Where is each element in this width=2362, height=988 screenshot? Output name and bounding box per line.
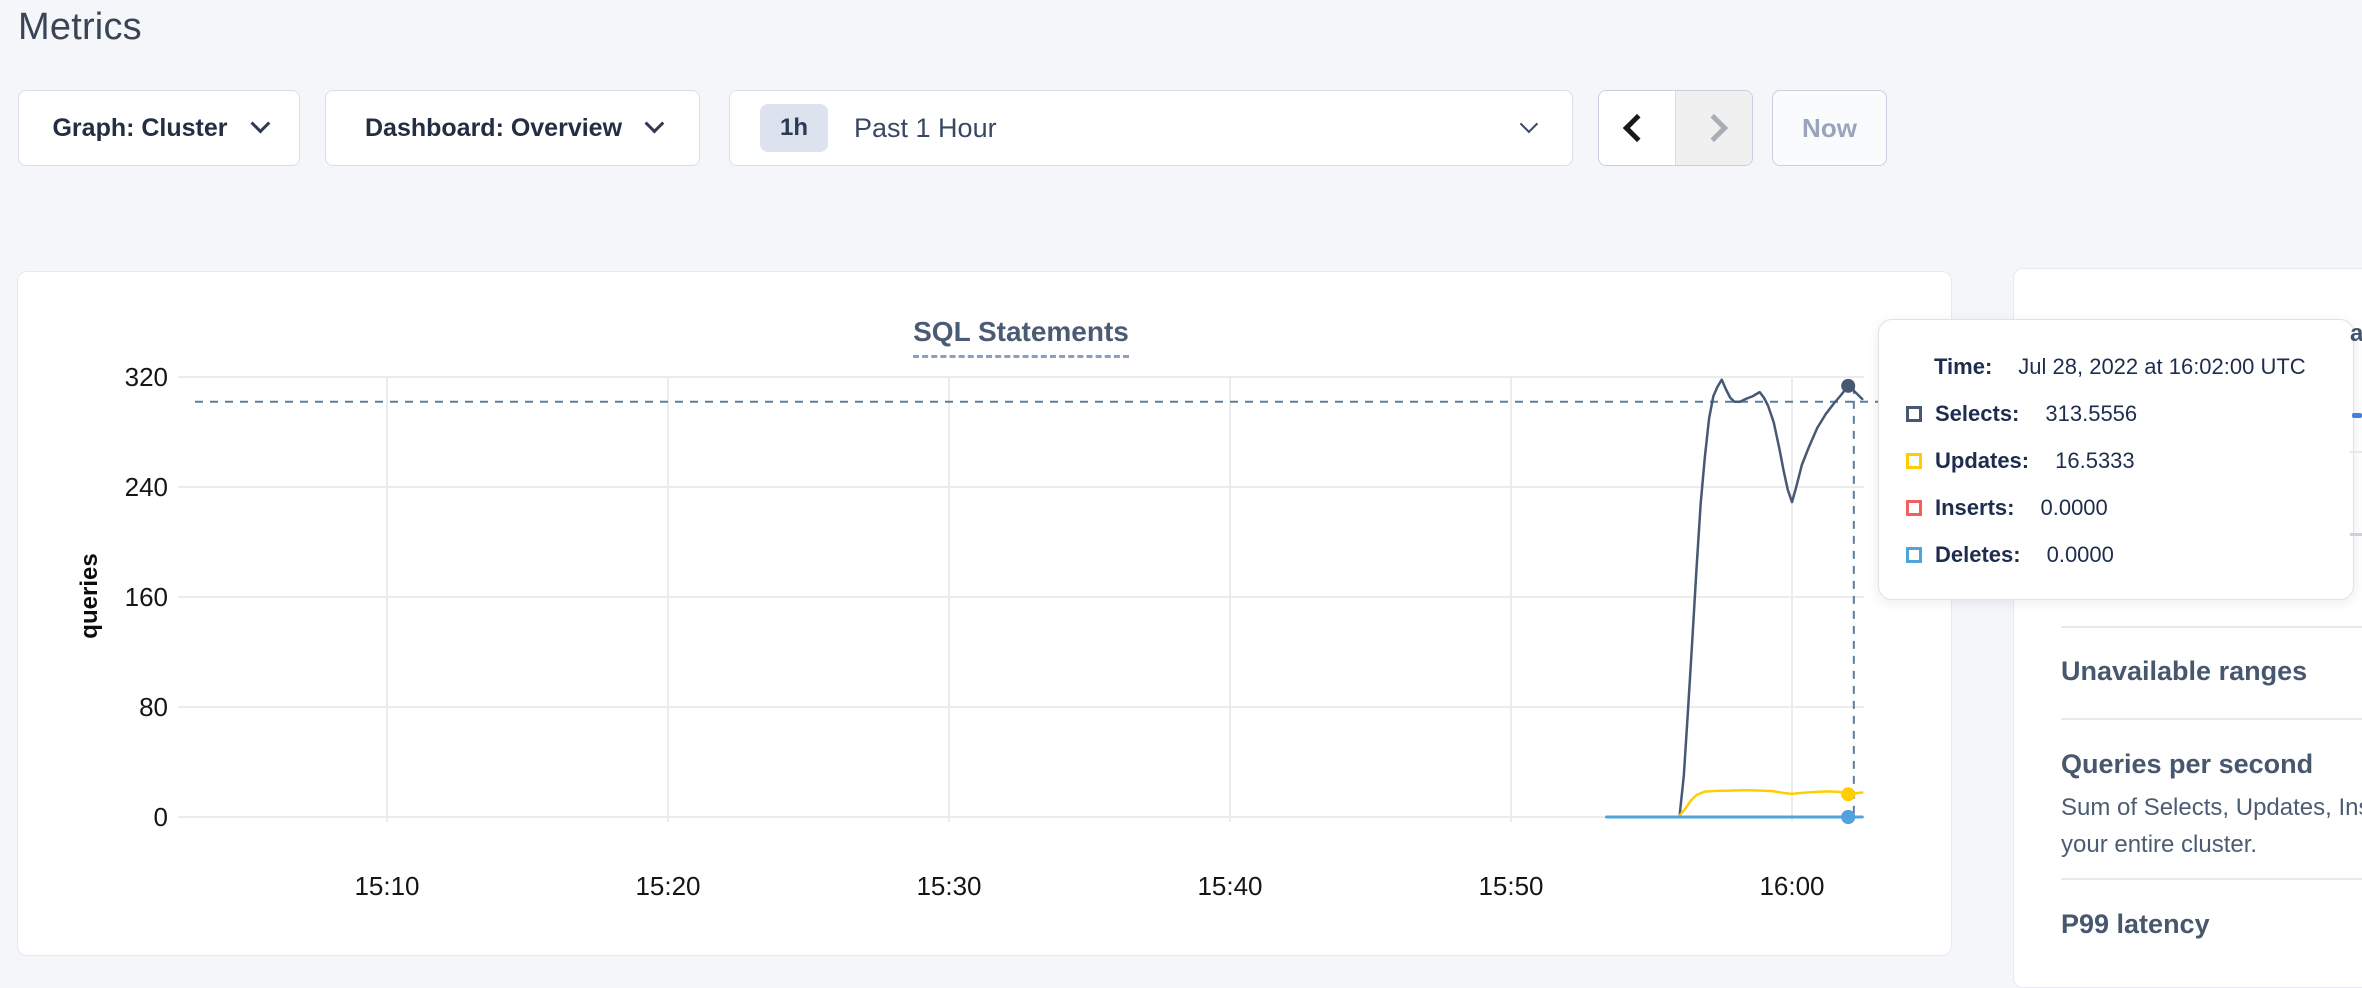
step-back-button[interactable] xyxy=(1599,91,1675,165)
time-range-label: Past 1 Hour xyxy=(854,113,997,144)
tooltip-series-row: Inserts: 0.0000 xyxy=(1906,493,2108,523)
chart-title[interactable]: SQL Statements xyxy=(913,316,1129,358)
tooltip-series-value: 0.0000 xyxy=(2047,542,2114,568)
tooltip-time-label: Time: xyxy=(1934,354,1992,380)
tooltip-time-value: Jul 28, 2022 at 16:02:00 UTC xyxy=(2018,354,2305,380)
x-tick-label: 15:50 xyxy=(1451,871,1571,902)
tooltip-series-row: Updates: 16.5333 xyxy=(1906,446,2135,476)
divider xyxy=(2061,626,2362,628)
updates-series-line xyxy=(1680,790,1863,815)
chart-tooltip: Time: Jul 28, 2022 at 16:02:00 UTC Selec… xyxy=(1878,319,2354,600)
inserts-legend-swatch xyxy=(1906,500,1922,516)
time-step-button-group xyxy=(1598,90,1753,166)
clipped-sidebar-divider-fragment xyxy=(2350,451,2362,453)
chevron-down-icon xyxy=(1520,114,1538,132)
x-tick-label: 15:20 xyxy=(608,871,728,902)
x-tick-label: 15:30 xyxy=(889,871,1009,902)
tooltip-series-row: Selects: 313.5556 xyxy=(1906,399,2137,429)
clipped-sidebar-fragment xyxy=(2350,533,2362,536)
y-tick-label: 0 xyxy=(108,802,168,833)
y-axis-label: queries xyxy=(76,496,102,696)
clipped-sidebar-text-fragment: a xyxy=(2350,320,2362,346)
deletes-legend-swatch xyxy=(1906,547,1922,563)
tooltip-series-label: Updates: xyxy=(1935,448,2029,474)
tooltip-time-row: Time: Jul 28, 2022 at 16:02:00 UTC xyxy=(1934,352,2306,382)
divider xyxy=(2061,878,2362,880)
dashboard-dropdown[interactable]: Dashboard: Overview xyxy=(325,90,700,166)
x-tick-label: 15:10 xyxy=(327,871,447,902)
selects-data-point-dot xyxy=(1841,379,1855,393)
tooltip-series-row: Deletes: 0.0000 xyxy=(1906,540,2114,570)
chart-title-wrap: SQL Statements xyxy=(178,316,1864,358)
deletes-data-point-dot xyxy=(1841,810,1855,824)
time-range-dropdown[interactable]: 1h Past 1 Hour xyxy=(729,90,1573,166)
tooltip-series-label: Selects: xyxy=(1935,401,2019,427)
y-tick-label: 240 xyxy=(108,472,168,503)
now-button[interactable]: Now xyxy=(1772,90,1887,166)
time-range-badge: 1h xyxy=(760,104,828,152)
x-tick-label: 15:40 xyxy=(1170,871,1290,902)
y-tick-label: 160 xyxy=(108,582,168,613)
summary-qps-description-line: Sum of Selects, Updates, Inser xyxy=(2061,794,2362,822)
page-title: Metrics xyxy=(18,6,142,49)
selects-legend-swatch xyxy=(1906,406,1922,422)
tooltip-series-value: 16.5333 xyxy=(2055,448,2135,474)
summary-qps-description-line: your entire cluster. xyxy=(2061,831,2257,859)
updates-legend-swatch xyxy=(1906,453,1922,469)
y-tick-label: 80 xyxy=(108,692,168,723)
clipped-sidebar-fragment xyxy=(2352,413,2362,418)
divider xyxy=(2061,718,2362,720)
dashboard-dropdown-label: Dashboard: Overview xyxy=(365,114,622,143)
tooltip-series-label: Inserts: xyxy=(1935,495,2014,521)
tooltip-series-value: 313.5556 xyxy=(2045,401,2137,427)
summary-qps-heading: Queries per second xyxy=(2061,749,2313,780)
now-button-label: Now xyxy=(1802,113,1857,144)
graph-scope-dropdown[interactable]: Graph: Cluster xyxy=(18,90,300,166)
updates-data-point-dot xyxy=(1841,787,1855,801)
chevron-left-icon xyxy=(1623,114,1651,142)
summary-unavailable-ranges-heading: Unavailable ranges xyxy=(2061,656,2307,687)
chevron-down-icon xyxy=(250,114,270,134)
y-tick-label: 320 xyxy=(108,362,168,393)
graph-scope-dropdown-label: Graph: Cluster xyxy=(52,114,227,143)
step-forward-button[interactable] xyxy=(1675,91,1752,165)
chevron-right-icon xyxy=(1700,114,1728,142)
tooltip-series-value: 0.0000 xyxy=(2040,495,2107,521)
x-tick-label: 16:00 xyxy=(1732,871,1852,902)
summary-p99-latency-heading: P99 latency xyxy=(2061,909,2210,940)
chevron-down-icon xyxy=(645,114,665,134)
tooltip-series-label: Deletes: xyxy=(1935,542,2021,568)
sql-statements-chart[interactable] xyxy=(178,360,1880,830)
